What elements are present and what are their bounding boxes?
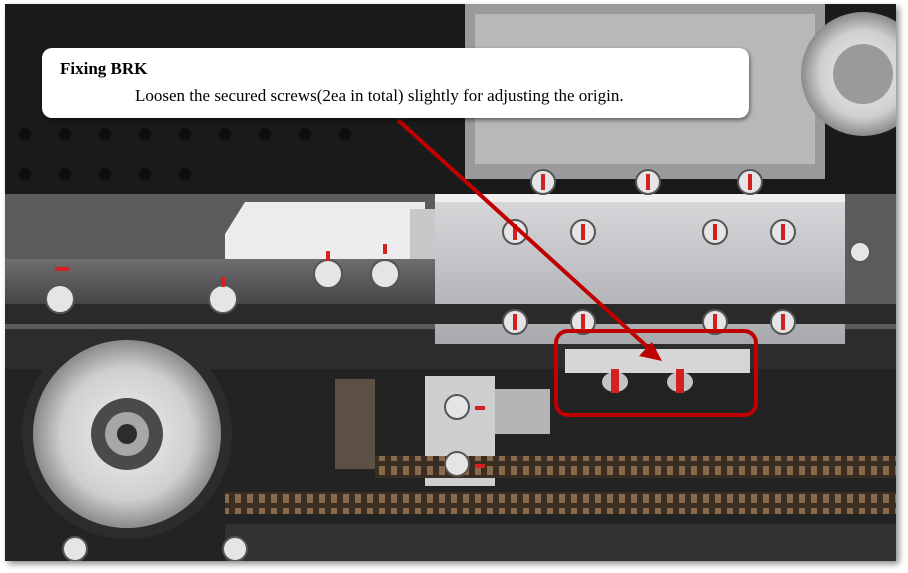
callout-body: Loosen the secured screws(2ea in total) … bbox=[135, 86, 624, 105]
callout-box: Fixing BRK Loosen the secured screws(2ea… bbox=[42, 48, 749, 118]
callout-title: Fixing BRK bbox=[60, 59, 148, 78]
